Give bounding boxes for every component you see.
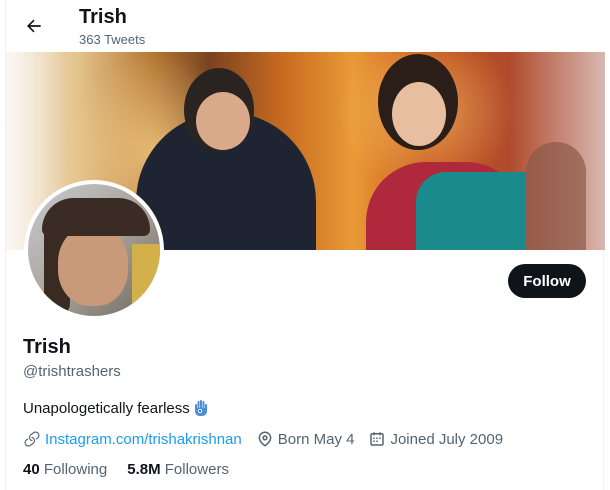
avatar[interactable] [24, 180, 164, 320]
followers-label: Followers [164, 461, 229, 478]
website-link[interactable]: Instagram.com/trishakrishnan [45, 431, 242, 448]
following-label: Following [43, 461, 108, 478]
back-arrow-icon [27, 19, 41, 33]
joined-text: Joined July 2009 [390, 430, 504, 448]
followers-link[interactable]: 5.8M Followers [127, 461, 229, 478]
follow-stats: 40 Following 5.8M Followers [23, 461, 229, 478]
profile-handle: @trishtrashers [23, 363, 121, 380]
following-count: 40 [23, 461, 40, 478]
header-tweet-count: 363 Tweets [79, 32, 146, 47]
avatar-image [28, 184, 160, 316]
profile-website[interactable]: Instagram.com/trishakrishnan [23, 430, 242, 448]
header-title: Trish [79, 6, 127, 28]
bio-text: Unapologetically fearless [23, 399, 190, 417]
profile-header-bar: Trish 363 Tweets [6, 0, 605, 52]
profile-birthday: Born May 4 [256, 430, 355, 448]
link-icon [24, 431, 40, 447]
profile-page: Trish 363 Tweets Follow Trish @trishtras… [5, 0, 605, 490]
profile-name: Trish [23, 336, 71, 358]
profile-meta: Instagram.com/trishakrishnan Born May 4 … [23, 430, 517, 448]
following-link[interactable]: 40 Following [23, 461, 107, 478]
profile-joined: Joined July 2009 [368, 430, 503, 448]
back-button[interactable] [20, 12, 48, 40]
calendar-icon [370, 432, 385, 446]
born-text: Born May 4 [277, 430, 355, 448]
followers-count: 5.8M [127, 461, 161, 478]
hamsa-icon [194, 400, 207, 416]
profile-bio: Unapologetically fearless [23, 399, 208, 417]
location-icon [258, 431, 272, 447]
follow-button[interactable]: Follow [508, 264, 586, 298]
